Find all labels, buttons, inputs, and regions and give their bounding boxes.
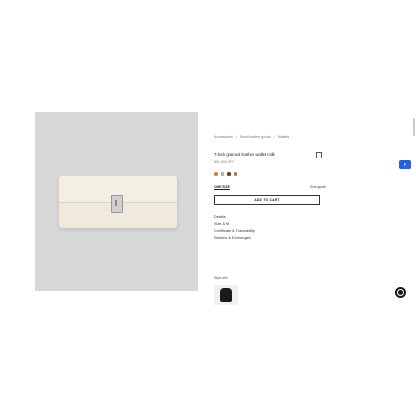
breadcrumb-wallets[interactable]: Wallets (278, 135, 289, 139)
product-title: T-lock grained leather wallet milk (214, 152, 275, 157)
details-link[interactable]: Details (214, 214, 255, 221)
swatch-brown[interactable] (227, 172, 231, 176)
wallet-image (59, 176, 177, 228)
bookmark-icon[interactable] (316, 152, 322, 158)
wallet-clasp (111, 195, 123, 213)
style-with-thumbnail[interactable] (214, 285, 238, 305)
color-swatches (214, 172, 237, 176)
size-guide-link[interactable]: Size guide (310, 185, 326, 189)
scrollbar[interactable] (413, 118, 415, 136)
returns-link[interactable]: Returns & Exchanges (214, 235, 255, 242)
add-to-cart-button[interactable]: ADD TO CART (214, 195, 320, 205)
style-with-label: Style with (214, 276, 228, 280)
chat-button[interactable] (395, 287, 406, 298)
breadcrumb-separator: / (235, 135, 237, 139)
side-badge[interactable]: F (399, 160, 411, 169)
breadcrumb-small-leather-goods[interactable]: Small leather goods (240, 135, 271, 139)
product-price: ¥91,000 JPY (214, 160, 235, 164)
certificate-link[interactable]: Certificate & Traceability (214, 228, 255, 235)
swatch-tan[interactable] (214, 172, 218, 176)
breadcrumb-accessories[interactable]: Accessories (214, 135, 233, 139)
breadcrumb-separator: / (273, 135, 275, 139)
product-image[interactable] (35, 112, 198, 291)
chat-icon (397, 289, 404, 296)
garment-image (220, 288, 232, 302)
size-fit-link[interactable]: Size & fit (214, 221, 255, 228)
swatch-milk[interactable] (220, 172, 224, 176)
size-option[interactable]: ONE SIZE (214, 185, 230, 189)
breadcrumb: Accessories / Small leather goods / Wall… (214, 135, 291, 139)
product-info-links: Details Size & fit Certificate & Traceab… (214, 214, 255, 242)
swatch-caramel[interactable] (233, 172, 237, 176)
